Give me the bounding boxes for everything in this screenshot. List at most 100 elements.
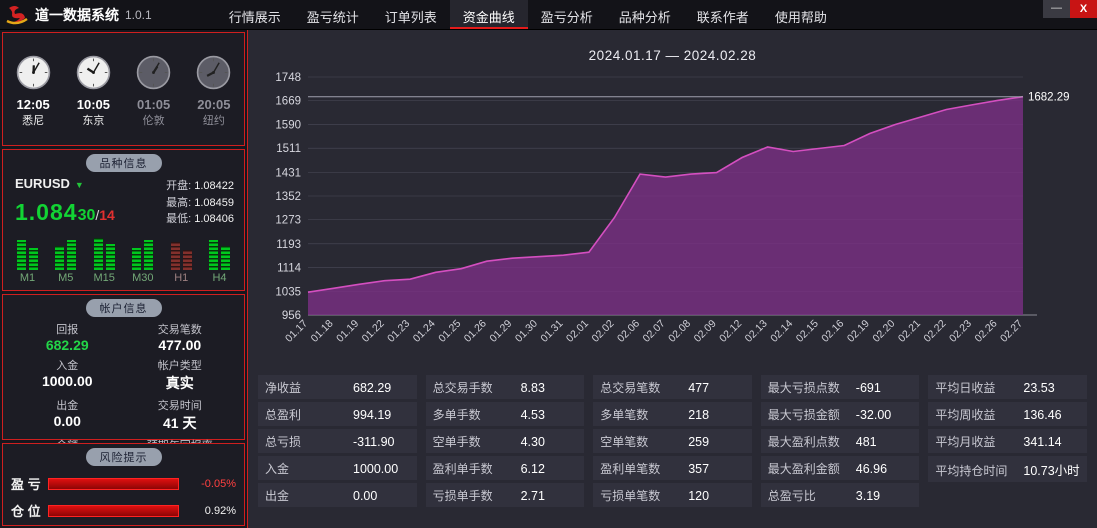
stat-value: 2.71 xyxy=(520,488,545,503)
svg-text:01.24: 01.24 xyxy=(411,318,438,345)
menu-item-行情展示[interactable]: 行情展示 xyxy=(216,0,294,29)
close-button[interactable]: X xyxy=(1070,0,1097,18)
app-version: 1.0.1 xyxy=(125,7,152,22)
svg-text:02.02: 02.02 xyxy=(589,318,616,345)
stat-label: 多单手数 xyxy=(432,407,481,422)
menu-item-使用帮助[interactable]: 使用帮助 xyxy=(762,0,840,29)
svg-text:1352: 1352 xyxy=(275,191,301,203)
stat-row-盈利单笔数: 盈利单笔数 357 xyxy=(593,456,752,480)
titlebar: 道一数据系统 1.0.1 行情展示 盈亏统计 订单列表 资金曲线 盈亏分析 品种分析 联系作… xyxy=(0,0,1097,30)
menu-item-品种分析[interactable]: 品种分析 xyxy=(606,0,684,29)
stat-row-最大盈利点数: 最大盈利点数 481 xyxy=(760,429,920,453)
menu-item-盈亏统计[interactable]: 盈亏统计 xyxy=(294,0,372,29)
account-stat-label: 回报 xyxy=(56,324,79,336)
stat-label: 平均日收益 xyxy=(935,380,996,395)
svg-text:02.22: 02.22 xyxy=(921,318,948,345)
open-row: 开盘: 1.08422 xyxy=(166,180,234,192)
svg-text:02.06: 02.06 xyxy=(615,318,642,345)
stat-row-平均持仓时间: 平均持仓时间 10.73小时 xyxy=(928,456,1087,482)
risk-value: -0.05% xyxy=(201,477,236,490)
stat-value: 682.29 xyxy=(353,380,392,395)
svg-text:02.08: 02.08 xyxy=(666,318,693,345)
stats-column-1: 净收益 682.29 总盈利 994.19 总亏损 -311.90 入金 1000.00 出金 0… xyxy=(258,375,417,507)
clock-time: 01:05 xyxy=(137,97,171,112)
symbol-price: 1.08430/14 xyxy=(15,199,115,226)
stat-label: 盈利单笔数 xyxy=(600,461,661,476)
stat-row-总亏损: 总亏损 -311.90 xyxy=(258,429,417,453)
account-stat-出金: 出金 0.00 xyxy=(11,397,124,433)
svg-text:1114: 1114 xyxy=(277,263,301,275)
symbol-left-column: EURUSD ▼ 1.08430/14 xyxy=(15,176,115,228)
stat-row-入金: 入金 1000.00 xyxy=(258,456,417,480)
app-title: 道一数据系统 xyxy=(35,6,119,23)
stat-value: 341.14 xyxy=(1023,434,1062,449)
stat-label: 最大亏损点数 xyxy=(767,380,840,395)
svg-text:02.01: 02.01 xyxy=(564,318,591,345)
account-stat-label: 入金 xyxy=(56,360,79,372)
analog-clock-icon xyxy=(76,55,111,90)
timeframe-label: M5 xyxy=(58,271,74,284)
timeframe-meter-H1: H1 xyxy=(170,236,192,284)
stat-row-盈利单手数: 盈利单手数 6.12 xyxy=(425,456,585,480)
high-row: 最高: 1.08459 xyxy=(166,196,234,209)
stats-column-5: 平均日收益 23.53 平均周收益 136.46 平均月收益 341.14 平均持仓时间 10… xyxy=(928,375,1087,507)
timeframe-meters: M1 M5 M15 M30 H1 H4 xyxy=(3,228,244,286)
open-value: 1.08422 xyxy=(194,180,234,192)
stat-label: 总交易手数 xyxy=(432,380,493,395)
clock-city: 悉尼 xyxy=(22,115,45,127)
stat-row-平均周收益: 平均周收益 136.46 xyxy=(928,402,1087,426)
stat-row-最大盈利金额: 最大盈利金额 46.96 xyxy=(760,456,920,480)
stat-label: 最大盈利金额 xyxy=(767,461,840,476)
minimize-button[interactable]: — xyxy=(1043,0,1070,18)
stat-label: 入金 xyxy=(265,461,290,476)
account-stat-value: 477.00 xyxy=(158,337,202,353)
world-clocks-panel: 12:05 悉尼 10:05 东京 01:05 伦敦 20:05 纽约 xyxy=(2,32,245,146)
stat-value: 136.46 xyxy=(1023,407,1062,422)
svg-text:02.15: 02.15 xyxy=(794,318,821,345)
timeframe-label: H4 xyxy=(212,271,227,284)
svg-text:02.09: 02.09 xyxy=(692,318,719,345)
account-stat-value: 682.29 xyxy=(45,337,89,353)
stat-row-多单笔数: 多单笔数 218 xyxy=(593,402,752,426)
world-clock-伦敦: 01:05 伦敦 xyxy=(135,54,172,128)
menu-item-联系作者[interactable]: 联系作者 xyxy=(684,0,762,29)
menu-item-盈亏分析[interactable]: 盈亏分析 xyxy=(528,0,606,29)
stat-label: 盈利单手数 xyxy=(432,461,493,476)
account-stat-value: 41 天 xyxy=(163,415,197,431)
menu-item-资金曲线[interactable]: 资金曲线 xyxy=(449,0,528,29)
stat-value: 259 xyxy=(688,434,710,449)
svg-text:1035: 1035 xyxy=(275,286,301,298)
stat-row-平均日收益: 平均日收益 23.53 xyxy=(928,375,1087,399)
level-bars-icon xyxy=(55,236,77,270)
svg-text:01.19: 01.19 xyxy=(334,318,361,345)
svg-text:01.26: 01.26 xyxy=(462,318,489,345)
app-logo-icon xyxy=(0,0,35,29)
stat-value: 4.30 xyxy=(520,434,545,449)
stat-value: 6.12 xyxy=(520,461,545,476)
account-stat-label: 交易时间 xyxy=(157,400,202,412)
svg-text:01.22: 01.22 xyxy=(360,318,387,345)
stat-row-亏损单手数: 亏损单手数 2.71 xyxy=(425,483,585,507)
risk-gauge-bar xyxy=(47,504,179,517)
menu-item-订单列表[interactable]: 订单列表 xyxy=(372,0,450,29)
stat-row-总交易笔数: 总交易笔数 477 xyxy=(593,375,752,399)
stat-row-最大亏损点数: 最大亏损点数 -691 xyxy=(760,375,920,399)
stat-label: 最大盈利点数 xyxy=(767,434,840,449)
stat-label: 总盈利 xyxy=(265,407,302,422)
svg-text:1511: 1511 xyxy=(276,143,301,155)
stat-label: 总盈亏比 xyxy=(767,488,816,503)
account-stat-label: 交易笔数 xyxy=(157,324,202,336)
stat-label: 平均持仓时间 xyxy=(935,463,1008,478)
content-area: 12:05 悉尼 10:05 东京 01:05 伦敦 20:05 纽约 品种信息 xyxy=(0,30,1097,528)
stat-value: -32.00 xyxy=(855,407,892,422)
timeframe-label: H1 xyxy=(174,271,189,284)
price-bid-pips: 30 xyxy=(77,207,96,224)
symbol-selector[interactable]: EURUSD ▼ xyxy=(15,176,115,191)
svg-text:01.25: 01.25 xyxy=(436,318,463,345)
stats-column-4: 最大亏损点数 -691 最大亏损金额 -32.00 最大盈利点数 481 最大盈利金额 46.… xyxy=(760,375,920,507)
svg-text:02.07: 02.07 xyxy=(641,318,668,345)
chevron-down-icon: ▼ xyxy=(74,180,84,190)
account-panel-header: 帐户信息 xyxy=(85,299,162,317)
stat-row-亏损单笔数: 亏损单笔数 120 xyxy=(593,483,752,507)
stat-value: 120 xyxy=(688,488,710,503)
